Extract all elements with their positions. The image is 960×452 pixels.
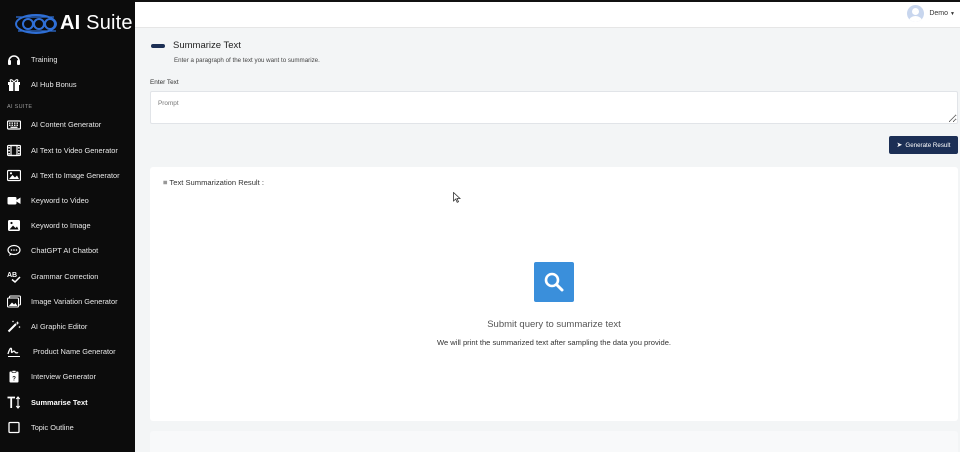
images-icon	[6, 295, 21, 308]
sidebar-item-interview-generator[interactable]: ? Interview Generator	[0, 364, 135, 389]
empty-state-subtitle: We will print the summarized text after …	[436, 338, 672, 347]
svg-text:AB: AB	[7, 272, 17, 279]
ai-suite-logo-icon	[15, 13, 57, 34]
gift-icon	[6, 78, 21, 92]
sidebar-item-chatgpt-ai-chatbot[interactable]: ChatGPT AI Chatbot	[0, 238, 135, 263]
page-title: Summarize Text	[173, 40, 241, 51]
brand-name: AI Suite	[60, 12, 133, 34]
sidebar-item-keyword-to-image[interactable]: Keyword to Image	[0, 213, 135, 238]
sidebar-item-label: AI Graphic Editor	[31, 321, 88, 331]
sidebar-item-label: AI Text to Video Generator	[31, 145, 118, 155]
page-subtitle: Enter a paragraph of the text you want t…	[174, 57, 320, 64]
magic-wand-icon	[6, 320, 21, 333]
video-camera-icon	[6, 194, 21, 207]
sidebar-item-label: AI Hub Bonus	[31, 80, 77, 90]
paper-plane-icon: ➤	[896, 142, 903, 149]
sidebar-item-ai-text-to-image-generator[interactable]: AI Text to Image Generator	[0, 163, 135, 188]
sidebar-item-label: Grammar Correction	[31, 271, 99, 281]
sidebar-item-product-name-generator[interactable]: Product Name Generator	[0, 339, 135, 364]
generate-result-label: Generate Result	[905, 141, 951, 149]
sidebar-item-keyword-to-video[interactable]: Keyword to Video	[0, 188, 135, 213]
user-name: Demo	[929, 10, 949, 17]
signature-icon	[6, 345, 21, 358]
mouse-cursor-icon	[453, 192, 461, 203]
sidebar-item-label: Interview Generator	[31, 372, 96, 382]
sidebar-item-training[interactable]: Training	[0, 47, 135, 72]
sidebar-item-label: ChatGPT AI Chatbot	[31, 246, 99, 256]
caret-down-icon: ▼	[950, 10, 955, 17]
title-accent-bar	[151, 44, 165, 48]
picture-icon	[6, 219, 21, 232]
sidebar-item-ai-content-generator[interactable]: AI Content Generator	[0, 112, 135, 137]
sidebar-section-label: AI SUITE	[7, 104, 33, 111]
clipboard-icon: ?	[6, 370, 21, 383]
brand-logo[interactable]: AI Suite	[0, 0, 135, 47]
list-icon: ≡	[163, 178, 168, 187]
generate-result-button[interactable]: ➤ Generate Result	[889, 136, 958, 154]
sidebar-item-label: Summarise Text	[31, 397, 88, 407]
sidebar: AI Suite Training AI Hub Bonus AI SUITE …	[0, 0, 135, 452]
main-content: Summarize Text Enter a paragraph of the …	[135, 28, 960, 452]
top-border	[135, 0, 960, 2]
sidebar-item-grammar-correction[interactable]: AB Grammar Correction	[0, 264, 135, 289]
sidebar-item-topic-outline[interactable]: Topic Outline	[0, 415, 135, 440]
sidebar-item-label: Keyword to Image	[31, 221, 91, 231]
sidebar-item-image-variation-generator[interactable]: Image Variation Generator	[0, 289, 135, 314]
secondary-card	[150, 431, 958, 452]
svg-text:?: ?	[12, 377, 16, 383]
prompt-textarea[interactable]	[150, 91, 958, 124]
sidebar-item-label: Image Variation Generator	[31, 296, 118, 306]
sidebar-item-summarise-text[interactable]: Summarise Text	[0, 389, 135, 414]
empty-state-title: Submit query to summarize text	[487, 319, 621, 330]
sidebar-item-ai-graphic-editor[interactable]: AI Graphic Editor	[0, 314, 135, 339]
sidebar-item-label: Topic Outline	[31, 422, 74, 432]
sidebar-item-ai-hub-bonus[interactable]: AI Hub Bonus	[0, 72, 135, 97]
user-menu[interactable]: Demo ▼	[907, 5, 955, 22]
sidebar-item-label: AI Content Generator	[31, 120, 102, 130]
sidebar-item-label: AI Text to Image Generator	[31, 170, 120, 180]
top-bar: Demo ▼	[135, 0, 960, 28]
result-card: ≡ Text Summarization Result : Submit que…	[150, 167, 958, 421]
sidebar-item-label: Training	[31, 55, 58, 65]
text-height-icon	[6, 395, 21, 409]
sidebar-item-ai-text-to-video-generator[interactable]: AI Text to Video Generator	[0, 138, 135, 163]
keyboard-icon	[6, 118, 21, 131]
image-icon	[6, 169, 21, 182]
avatar	[907, 5, 925, 22]
sidebar-item-label: Keyword to Video	[31, 196, 89, 206]
result-title: ≡ Text Summarization Result :	[163, 178, 264, 187]
chat-bubble-icon	[6, 244, 21, 257]
sidebar-item-label: Product Name Generator	[33, 347, 116, 357]
outline-icon	[6, 421, 21, 434]
headset-icon	[6, 53, 21, 66]
film-icon	[6, 144, 21, 157]
spellcheck-icon: AB	[6, 270, 21, 283]
enter-text-label: Enter Text	[150, 79, 179, 86]
search-icon	[534, 262, 574, 302]
